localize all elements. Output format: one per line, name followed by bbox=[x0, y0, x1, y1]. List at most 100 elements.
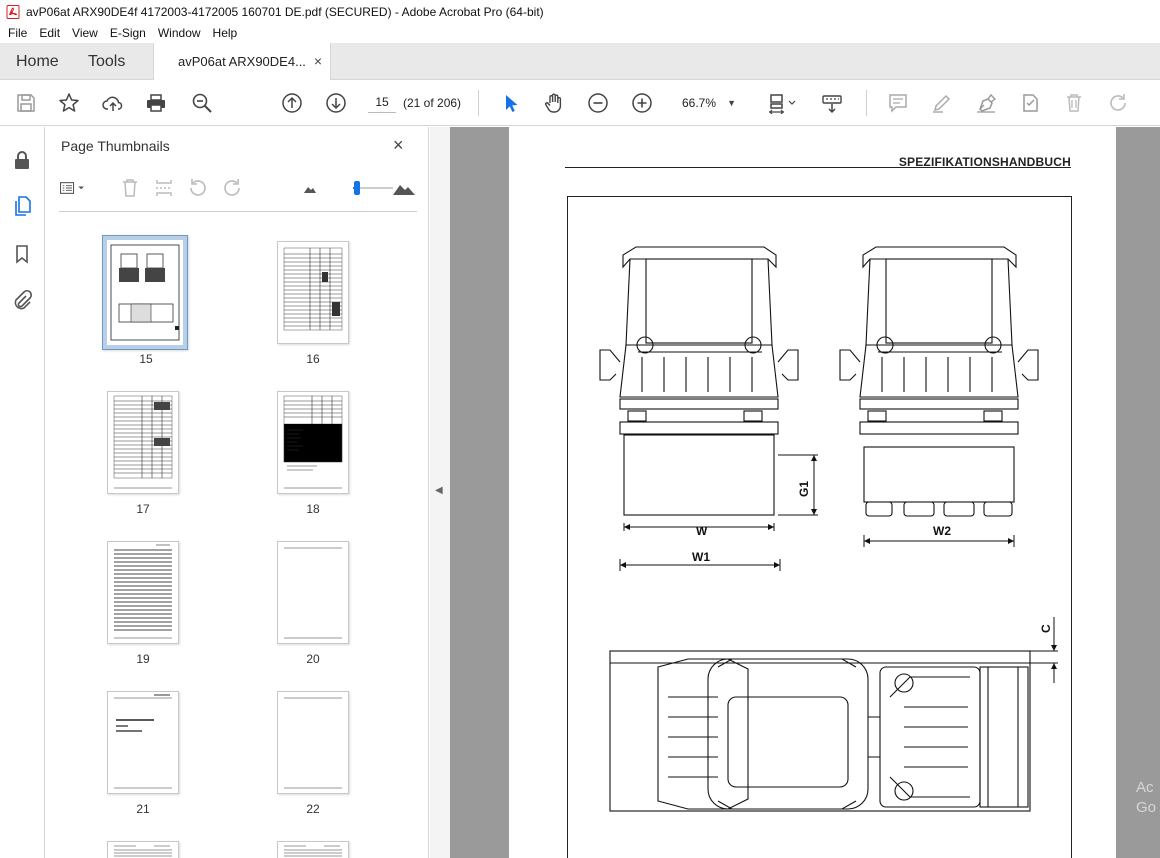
thumbnail-page-19[interactable] bbox=[107, 541, 179, 644]
thumbnail-label-18: 18 bbox=[306, 502, 320, 516]
thumbnail-page-20[interactable] bbox=[277, 541, 349, 644]
menu-file[interactable]: File bbox=[2, 26, 33, 40]
hand-tool-button[interactable] bbox=[540, 89, 568, 117]
scrolling-mode-button[interactable] bbox=[818, 89, 846, 117]
menu-view[interactable]: View bbox=[66, 26, 104, 40]
print-button[interactable] bbox=[142, 89, 170, 117]
options-menu-button[interactable] bbox=[59, 175, 85, 201]
bookmark-star-button[interactable] bbox=[55, 89, 83, 117]
trash-icon bbox=[1067, 94, 1081, 112]
thumbnail-page-22[interactable] bbox=[277, 691, 349, 794]
tab-document-label: avP06at ARX90DE4... bbox=[178, 54, 306, 69]
watermark-line-1: Ac bbox=[1135, 779, 1154, 796]
save-button[interactable] bbox=[12, 89, 40, 117]
chevron-left-icon[interactable]: ◀ bbox=[435, 485, 443, 496]
toolbar-divider bbox=[866, 90, 867, 116]
larger-thumbnails-button[interactable] bbox=[391, 175, 417, 201]
bookmarks-rail-button[interactable] bbox=[9, 241, 35, 267]
panel-title: Page Thumbnails bbox=[61, 138, 170, 154]
thumbnail-preview bbox=[114, 694, 172, 789]
rotate-clockwise-icon bbox=[224, 179, 240, 196]
zoom-out-button[interactable] bbox=[584, 89, 612, 117]
thumbnail-page-15[interactable] bbox=[102, 235, 188, 350]
thumbnail-page-17[interactable] bbox=[107, 391, 179, 494]
rotate-button[interactable] bbox=[1104, 89, 1132, 117]
mountain-small-icon bbox=[304, 187, 316, 193]
page-thumbnails-rail-button[interactable] bbox=[9, 193, 35, 219]
window-title: avP06at ARX90DE4f 4172003-4172005 160701… bbox=[26, 4, 544, 19]
tab-close-icon[interactable]: × bbox=[314, 53, 322, 69]
thumbnail-size-slider-handle[interactable] bbox=[354, 181, 360, 195]
select-tool-button[interactable] bbox=[496, 89, 524, 117]
page-thumbnails-panel: Page Thumbnails × 15 16 17 18 19 20 21 2… bbox=[45, 127, 466, 858]
share-upload-button[interactable] bbox=[99, 89, 127, 117]
zoom-in-button[interactable] bbox=[628, 89, 656, 117]
toolbar-divider bbox=[478, 90, 479, 116]
thumbnail-preview bbox=[107, 240, 183, 345]
tab-document[interactable]: avP06at ARX90DE4... × bbox=[153, 43, 331, 80]
thumbnail-preview bbox=[284, 845, 342, 857]
thumbnail-page-21[interactable] bbox=[107, 691, 179, 794]
tab-home[interactable]: Home bbox=[16, 43, 59, 80]
rotate-counterclockwise-icon bbox=[190, 179, 206, 196]
lock-icon bbox=[15, 151, 29, 169]
thumbnail-label-22: 22 bbox=[306, 802, 320, 816]
rotate-clockwise-button[interactable] bbox=[219, 175, 245, 201]
menu-bar: File Edit View E-Sign Window Help bbox=[0, 23, 1160, 43]
page-display-button[interactable] bbox=[764, 89, 800, 117]
thumbnail-label-16: 16 bbox=[306, 352, 320, 366]
rotate-counterclockwise-button[interactable] bbox=[185, 175, 211, 201]
panel-collapse-handle[interactable]: ◀ bbox=[430, 127, 450, 858]
comment-icon bbox=[889, 94, 907, 113]
vehicle-dimension-drawing: W W1 G1 W2 C bbox=[599, 246, 1058, 812]
zoom-level-value: 66.7% bbox=[682, 96, 717, 110]
attachments-rail-button[interactable] bbox=[9, 287, 35, 313]
security-rail-button[interactable] bbox=[9, 147, 35, 173]
comment-button[interactable] bbox=[884, 89, 912, 117]
delete-pages-button[interactable] bbox=[117, 175, 143, 201]
page-count-label: (21 of 206) bbox=[403, 96, 462, 110]
previous-page-button[interactable] bbox=[278, 89, 306, 117]
menu-help[interactable]: Help bbox=[207, 26, 244, 40]
pencil-icon bbox=[933, 94, 951, 113]
edit-pdf-button[interactable] bbox=[1016, 89, 1044, 117]
extract-pages-button[interactable] bbox=[151, 175, 177, 201]
thumbnail-page-24[interactable] bbox=[277, 841, 349, 858]
drawing-frame: W W1 G1 W2 C bbox=[567, 196, 1072, 858]
thumbnail-preview bbox=[114, 544, 172, 639]
menu-edit[interactable]: Edit bbox=[33, 26, 66, 40]
highlight-button[interactable] bbox=[928, 89, 956, 117]
rotate-clockwise-icon bbox=[1110, 94, 1126, 111]
page-number-input[interactable]: 15 bbox=[368, 91, 396, 113]
next-page-button[interactable] bbox=[322, 89, 350, 117]
thumbnail-page-23[interactable] bbox=[107, 841, 179, 858]
thumbnail-label-15: 15 bbox=[139, 352, 153, 366]
thumbnail-page-18[interactable] bbox=[277, 391, 349, 494]
pen-nib-icon bbox=[977, 93, 997, 113]
thumbnail-size-slider[interactable] bbox=[353, 181, 393, 195]
delete-button[interactable] bbox=[1060, 89, 1088, 117]
find-zoom-button[interactable] bbox=[188, 89, 216, 117]
dim-label-c: C bbox=[1039, 624, 1053, 633]
keyboard-scroll-icon bbox=[822, 95, 842, 114]
fill-sign-button[interactable] bbox=[972, 89, 1000, 117]
dim-label-w2: W2 bbox=[933, 524, 951, 538]
mountain-large-icon bbox=[393, 185, 415, 195]
close-panel-icon[interactable]: × bbox=[393, 135, 404, 156]
menu-e-sign[interactable]: E-Sign bbox=[104, 26, 152, 40]
thumbnail-preview bbox=[283, 247, 343, 331]
star-icon bbox=[59, 93, 79, 112]
thumbnail-page-16[interactable] bbox=[277, 241, 349, 344]
watermark-line-2: Go bbox=[1135, 799, 1156, 816]
smaller-thumbnails-button[interactable] bbox=[297, 175, 323, 201]
menu-window[interactable]: Window bbox=[152, 26, 207, 40]
document-view[interactable]: SPEZIFIKATIONSHANDBUCH W W1 G1 W2 C Ac G… bbox=[450, 127, 1160, 858]
minus-circle-icon bbox=[588, 93, 608, 113]
tab-tools[interactable]: Tools bbox=[88, 43, 125, 80]
arrow-down-circle-icon bbox=[326, 93, 346, 113]
magnifier-minus-icon bbox=[192, 93, 212, 113]
zoom-level-dropdown[interactable]: 66.7% ▼ bbox=[672, 92, 744, 114]
arrow-up-circle-icon bbox=[282, 93, 302, 113]
trash-icon bbox=[123, 179, 137, 197]
panel-divider bbox=[59, 211, 417, 212]
